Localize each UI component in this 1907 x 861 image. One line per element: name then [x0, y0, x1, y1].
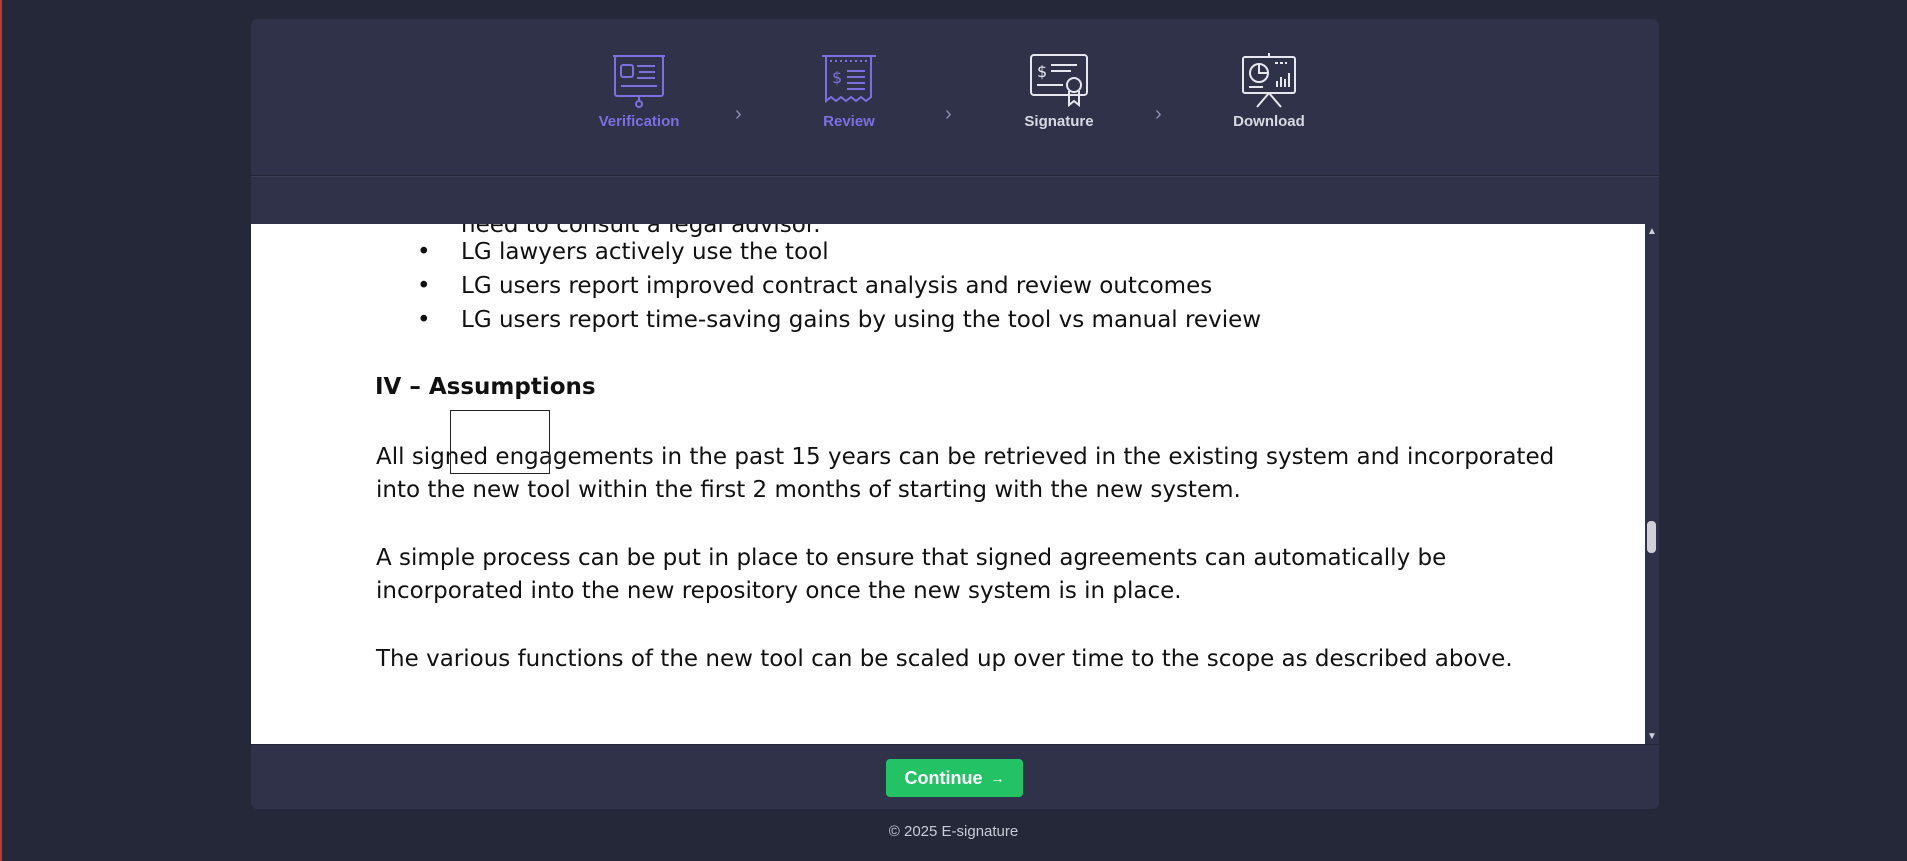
paragraph-line: incorporated into the new repository onc…	[376, 578, 1182, 604]
paragraph: The various functions of the new tool ca…	[376, 643, 1536, 676]
list-item-text: LG lawyers actively use the tool	[461, 239, 829, 265]
bullet: •	[417, 239, 431, 265]
svg-text:$: $	[1037, 62, 1047, 81]
scroll-down-arrow-icon[interactable]: ▼	[1647, 731, 1657, 742]
paragraph: All signed engagements in the past 15 ye…	[376, 441, 1555, 507]
scroll-up-arrow-icon[interactable]: ▲	[1647, 226, 1657, 237]
viewer-toolbar	[251, 176, 1659, 225]
document-viewer[interactable]: need to consult a legal advisor. • LG la…	[251, 224, 1645, 744]
dollar-receipt-icon: $	[822, 55, 876, 104]
scrollbar[interactable]: ▲ ▼	[1645, 224, 1659, 744]
presentation-board-icon	[613, 55, 665, 108]
list-item-text: need to consult a legal advisor.	[461, 224, 821, 238]
signature-placement-box[interactable]	[450, 410, 550, 474]
chevron-right-icon: ›	[945, 103, 952, 125]
continue-button[interactable]: Continue →	[886, 759, 1023, 797]
copyright-text: © 2025 E-signature	[888, 823, 1019, 840]
step-label: Review	[823, 113, 875, 130]
step-review[interactable]: $ Review	[789, 53, 909, 130]
footer-panel: Continue →	[251, 745, 1659, 809]
paragraph-line: The various functions of the new tool ca…	[376, 646, 1513, 672]
step-verification[interactable]: Verification	[579, 53, 699, 130]
chevron-right-icon: ›	[1155, 103, 1162, 125]
step-download[interactable]: Download	[1209, 53, 1329, 130]
bullet: •	[417, 307, 431, 333]
svg-text:$: $	[832, 68, 842, 87]
certificate-icon: $	[1030, 54, 1088, 108]
chevron-right-icon: ›	[735, 103, 742, 125]
list-item-text: LG users report improved contract analys…	[461, 273, 1213, 299]
step-label: Verification	[598, 113, 680, 130]
step-signature[interactable]: $ Signature	[999, 53, 1119, 130]
paragraph-line: into the new tool within the first 2 mon…	[376, 477, 1241, 503]
stepper-panel: Verification › $ Review › $ Signature ›	[251, 19, 1659, 175]
bullet: •	[417, 273, 431, 299]
paragraph-line: All signed engagements in the past 15 ye…	[376, 444, 1555, 470]
chart-easel-icon	[1242, 53, 1296, 108]
section-heading: IV – Assumptions	[375, 374, 596, 400]
paragraph: A simple process can be put in place to …	[376, 542, 1536, 608]
step-label: Signature	[1024, 113, 1094, 130]
scroll-thumb[interactable]	[1647, 521, 1656, 553]
continue-label: Continue	[904, 767, 983, 788]
step-label: Download	[1233, 113, 1305, 130]
list-item-text: LG users report time-saving gains by usi…	[461, 307, 1262, 333]
paragraph-line: A simple process can be put in place to …	[376, 545, 1447, 571]
window-edge	[0, 0, 2, 861]
document-page: need to consult a legal advisor. • LG la…	[251, 224, 1645, 744]
arrow-right-icon: →	[990, 770, 1005, 786]
